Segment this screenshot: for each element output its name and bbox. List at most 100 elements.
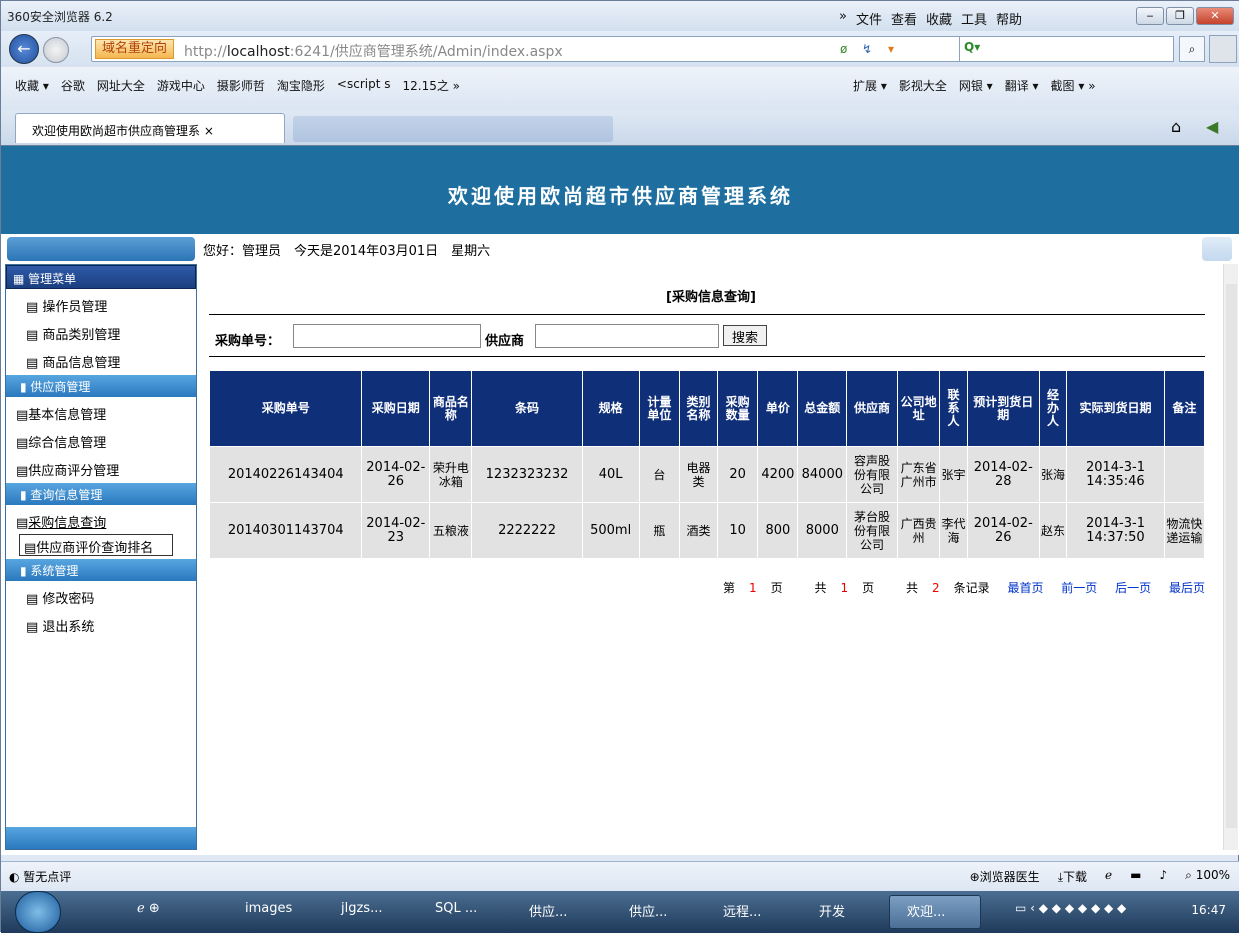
back-button[interactable]: ← xyxy=(9,34,39,64)
scrollbar-thumb[interactable] xyxy=(1226,284,1237,828)
status-left-label[interactable]: 暂无点评 xyxy=(23,870,71,884)
avatar[interactable] xyxy=(1209,35,1237,63)
sidebar-group-supplier[interactable]: ▮ 供应商管理 xyxy=(6,375,196,397)
sidebar-item-purchase-query[interactable]: ▤采购信息查询 xyxy=(6,505,196,533)
download-link[interactable]: ⤓下载 xyxy=(1058,868,1087,885)
menu-tools[interactable]: 工具 xyxy=(961,9,987,28)
browser-doctor-link[interactable]: ⊕浏览器医生 xyxy=(970,868,1040,885)
vertical-scrollbar[interactable] xyxy=(1223,264,1238,850)
table-row: 20140226143404 2014-02-26 荣升电冰箱 1232323232 4… xyxy=(208,446,1206,503)
tab-new[interactable] xyxy=(293,116,613,142)
taskbar-item-sql[interactable]: SQL ... xyxy=(435,901,477,916)
sidebar-item-supplier-score[interactable]: ▤供应商评分管理 xyxy=(6,453,196,481)
fav-script[interactable]: <script s xyxy=(337,77,391,94)
table-cell: 10 xyxy=(717,502,759,559)
taskbar-item-supply-2[interactable]: 供应... xyxy=(629,901,667,920)
table-cell: 2014-02-26 xyxy=(361,446,431,503)
start-button[interactable] xyxy=(15,891,61,933)
sidebar-item-label: 供应商评分管理 xyxy=(28,464,120,479)
home-icon[interactable]: ⌂ xyxy=(1171,117,1181,136)
fav-translate[interactable]: 翻译 ▾ xyxy=(1005,77,1039,94)
search-icon[interactable]: ⌕ xyxy=(1179,36,1205,62)
pager-total-records: 共 2 条记录 xyxy=(892,581,990,595)
browser-window: 360安全浏览器 6.2 » 文件 查看 收藏 工具 帮助 ‒ ❐ ✕ ← 域名… xyxy=(0,0,1239,933)
taskbar-item-images[interactable]: images xyxy=(245,901,292,916)
column-header: 条码 xyxy=(471,370,583,447)
sidebar-item-basic-info[interactable]: ▤基本信息管理 xyxy=(6,397,196,425)
sidebar-item-change-password[interactable]: ▤ 修改密码 xyxy=(6,581,196,609)
share-icon[interactable]: ↯ xyxy=(862,42,872,56)
menu-more[interactable]: » xyxy=(839,9,847,28)
table-cell: 五粮液 xyxy=(429,502,473,559)
fav-collect[interactable]: 收藏 ▾ xyxy=(15,77,49,94)
fav-games[interactable]: 游戏中心 xyxy=(157,77,205,94)
sidebar-item-supplier-ranking[interactable]: ▤供应商评价查询排名 xyxy=(18,533,174,557)
supplier-input[interactable] xyxy=(535,324,719,348)
sidebar-item-logout[interactable]: ▤ 退出系统 xyxy=(6,609,196,637)
table-cell: 物流快递运输 xyxy=(1163,502,1206,559)
table-cell: 8000 xyxy=(797,502,848,559)
taskbar-item-jlgzs[interactable]: jlgzs... xyxy=(341,901,382,916)
tab-active[interactable]: 欢迎使用欧尚超市供应商管理系 × xyxy=(15,113,285,143)
forward-button[interactable] xyxy=(43,37,69,63)
redirect-badge[interactable]: 域名重定向 xyxy=(95,39,175,59)
sidebar-title-label: 管理菜单 xyxy=(28,272,77,286)
sidebar-item-general-info[interactable]: ▤综合信息管理 xyxy=(6,425,196,453)
pager-prev-link[interactable]: 前一页 xyxy=(1061,581,1097,595)
sidebar-item-label: 修改密码 xyxy=(42,592,95,607)
pager-first-link[interactable]: 最首页 xyxy=(1007,581,1043,595)
pager-next-link[interactable]: 后一页 xyxy=(1115,581,1151,595)
sidebar-group-query[interactable]: ▮ 查询信息管理 xyxy=(6,483,196,505)
sidebar-item-products[interactable]: ▤ 商品信息管理 xyxy=(6,345,196,373)
menu-view[interactable]: 查看 xyxy=(891,9,917,28)
fav-google[interactable]: 谷歌 xyxy=(61,77,85,94)
table-cell: 20140226143404 xyxy=(208,446,363,503)
fav-bank[interactable]: 网银 ▾ xyxy=(959,77,993,94)
order-number-label: 采购单号： xyxy=(215,334,281,349)
maximize-button[interactable]: ❐ xyxy=(1166,7,1194,25)
ie-icon[interactable]: ℯ xyxy=(1105,868,1112,885)
undo-icon[interactable]: ◀ xyxy=(1206,117,1218,136)
sidebar-item-categories[interactable]: ▤ 商品类别管理 xyxy=(6,317,196,345)
sidebar-group-system[interactable]: ▮ 系统管理 xyxy=(6,559,196,581)
security-icon[interactable]: ø xyxy=(840,42,847,56)
fav-taobao[interactable]: 淘宝隐形 xyxy=(277,77,325,94)
volume-icon[interactable]: ♪ xyxy=(1159,868,1167,885)
pager-current: 第1页 xyxy=(709,581,783,595)
table-cell: 4200 xyxy=(757,446,799,503)
doc-icon: ▤ xyxy=(16,408,29,423)
sidebar-item-operators[interactable]: ▤ 操作员管理 xyxy=(6,289,196,317)
ie-taskbar-icon[interactable]: ℯ ⊕ xyxy=(137,901,160,916)
close-button[interactable]: ✕ xyxy=(1196,7,1234,25)
zoom-control[interactable]: ⌕ 100% xyxy=(1185,868,1230,885)
taskbar-item-remote[interactable]: 远程... xyxy=(723,901,761,920)
taskbar-item-welcome[interactable]: 欢迎... xyxy=(907,901,945,920)
menu-bar: » 文件 查看 收藏 工具 帮助 xyxy=(839,9,1022,28)
dropdown-icon[interactable]: ▾ xyxy=(888,42,894,56)
order-number-input[interactable] xyxy=(293,324,481,348)
tray-icons[interactable]: ▭ ‹ ◆ ◆ ◆ ◆ ◆ ◆ ◆ xyxy=(1015,901,1126,915)
fav-video[interactable]: 影视大全 xyxy=(899,77,947,94)
menu-help[interactable]: 帮助 xyxy=(996,9,1022,28)
minimize-button[interactable]: ‒ xyxy=(1136,7,1164,25)
search-button[interactable]: 搜索 xyxy=(723,325,768,346)
menu-favorites[interactable]: 收藏 xyxy=(926,9,952,28)
pager-last-link[interactable]: 最后页 xyxy=(1169,581,1205,595)
search-engine-icon[interactable]: Q▾ xyxy=(964,40,980,54)
fav-extensions[interactable]: 扩展 ▾ xyxy=(853,77,887,94)
fav-photo[interactable]: 摄影师哲 xyxy=(217,77,265,94)
taskbar-item-dev[interactable]: 开发 xyxy=(819,901,845,920)
address-bar[interactable]: 域名重定向 http://localhost:6241/供应商管理系统/Admi… xyxy=(91,36,1031,62)
fav-1215[interactable]: 12.15之 » xyxy=(402,77,460,94)
url-host: localhost xyxy=(226,44,290,60)
sidebar-group-label: 系统管理 xyxy=(30,564,79,578)
column-header: 商品名称 xyxy=(429,370,473,447)
table-cell: 40L xyxy=(581,446,640,503)
taskbar-item-supply-1[interactable]: 供应... xyxy=(529,901,567,920)
fav-sites[interactable]: 网址大全 xyxy=(97,77,145,94)
fav-screenshot[interactable]: 截图 ▾ » xyxy=(1051,77,1096,94)
menu-file[interactable]: 文件 xyxy=(856,9,882,28)
window-icon[interactable]: ▬ xyxy=(1130,868,1141,885)
search-input[interactable]: Q▾ xyxy=(959,36,1174,62)
comment-icon: ◐ xyxy=(9,870,24,884)
